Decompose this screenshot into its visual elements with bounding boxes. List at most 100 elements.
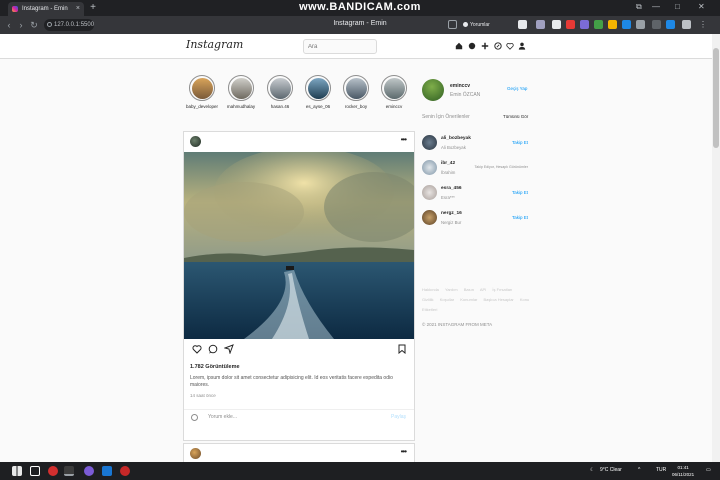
- comments-extension-button[interactable]: Yorumlar: [462, 19, 490, 31]
- app-icon[interactable]: [84, 466, 94, 476]
- avatar[interactable]: [422, 160, 437, 175]
- extension-icon[interactable]: [594, 20, 603, 29]
- avatar[interactable]: [652, 20, 661, 29]
- recorder-watermark: www.BANDICAM.com: [299, 1, 421, 13]
- like-icon[interactable]: [192, 344, 202, 354]
- profile-username[interactable]: eminccv: [450, 83, 470, 89]
- story-username: baby_developer: [185, 104, 219, 109]
- footer-link[interactable]: Koşullar: [440, 297, 454, 302]
- footer-link[interactable]: Başlıca Hesaplar: [484, 297, 514, 302]
- post-image[interactable]: [184, 152, 414, 339]
- more-options-icon[interactable]: •••: [401, 135, 407, 144]
- footer-links: Hakkında Yardım Basın API İş Fırsatları …: [422, 285, 530, 315]
- avatar[interactable]: [422, 210, 437, 225]
- extension-icon[interactable]: [622, 20, 631, 29]
- follow-button[interactable]: Takip Et: [512, 140, 528, 145]
- footer-link[interactable]: Konumlar: [460, 297, 477, 302]
- weather-text[interactable]: 9°C Clear: [600, 467, 622, 473]
- save-icon[interactable]: [397, 344, 407, 354]
- suggestion-username[interactable]: ibr_42: [441, 161, 455, 166]
- comment-input[interactable]: Yorum ekle...: [208, 414, 237, 420]
- avatar[interactable]: [422, 185, 437, 200]
- new-post-icon[interactable]: [481, 42, 489, 50]
- minimize-button[interactable]: —: [652, 2, 660, 11]
- avatar[interactable]: [422, 79, 444, 101]
- extension-icon[interactable]: [580, 20, 589, 29]
- menu-icon[interactable]: ⋮: [699, 20, 708, 29]
- instagram-logo[interactable]: Instagram: [186, 38, 243, 51]
- post-timestamp: 14 saat önce: [190, 393, 216, 398]
- footer-link[interactable]: API: [480, 287, 486, 292]
- suggestion-username[interactable]: ali_bozbeyak: [441, 136, 471, 141]
- share-icon[interactable]: [224, 344, 234, 354]
- emoji-icon[interactable]: [191, 414, 198, 421]
- windows-start-icon[interactable]: [12, 466, 22, 476]
- story-item[interactable]: rocker_boy: [339, 75, 373, 109]
- notifications-icon[interactable]: ▭: [706, 467, 711, 473]
- extension-icon[interactable]: [682, 20, 691, 29]
- switch-account-button[interactable]: Geçiş Yap: [507, 86, 527, 91]
- see-all-link[interactable]: Tümünü Gör: [503, 114, 528, 119]
- footer-link[interactable]: Hakkında: [422, 287, 439, 292]
- suggestion-username[interactable]: nergz_16: [441, 211, 462, 216]
- search-input[interactable]: [303, 39, 377, 54]
- more-options-icon[interactable]: •••: [401, 447, 407, 456]
- story-item[interactable]: es_ayse_06: [301, 75, 335, 109]
- footer-link[interactable]: Yardım: [445, 287, 458, 292]
- puzzle-icon[interactable]: [636, 20, 645, 29]
- profile-fullname: Emin ÖZCAN: [450, 92, 481, 98]
- follow-button[interactable]: Takip Et: [512, 215, 528, 220]
- bandicam-icon[interactable]: [120, 466, 130, 476]
- share-icon[interactable]: [448, 20, 457, 29]
- story-item[interactable]: baby_developer: [185, 75, 219, 109]
- close-window-button[interactable]: ✕: [698, 2, 705, 11]
- messenger-icon[interactable]: [468, 42, 476, 50]
- footer-link[interactable]: Basın: [464, 287, 474, 292]
- profile-icon[interactable]: [518, 42, 526, 50]
- story-item[interactable]: eminccv: [377, 75, 411, 109]
- explore-icon[interactable]: [494, 42, 502, 50]
- avatar[interactable]: [190, 448, 201, 459]
- footer-link[interactable]: Gizlilik: [422, 297, 434, 302]
- maximize-button[interactable]: □: [675, 2, 680, 11]
- page-scrollbar[interactable]: [712, 34, 720, 462]
- suggestion-item: ibr_42 İbrahim Takip Ediyor, Hesaplı Gör…: [422, 158, 530, 178]
- story-username: eminccv: [385, 104, 403, 109]
- avatar[interactable]: [422, 135, 437, 150]
- avatar[interactable]: [190, 136, 201, 147]
- story-username: mahmudhalay: [226, 104, 256, 109]
- vscode-icon[interactable]: [102, 466, 112, 476]
- suggestion-name: Ali Bozbeyak: [441, 145, 466, 150]
- browser-tab-bar: Instagram - Emin × + www.BANDICAM.com ⧉ …: [0, 0, 720, 16]
- suggestion-username[interactable]: esra_456: [441, 186, 462, 191]
- extension-icon[interactable]: [666, 20, 675, 29]
- opera-icon[interactable]: [48, 466, 58, 476]
- home-icon[interactable]: [455, 42, 463, 50]
- follow-button[interactable]: Takip Et: [512, 190, 528, 195]
- story-username: hasan.46: [270, 104, 290, 109]
- suggestions-title: Senin İçin Önerilenler: [422, 114, 470, 120]
- footer-link[interactable]: İş Fırsatları: [492, 287, 512, 292]
- suggestion-item: ali_bozbeyak Ali Bozbeyak Takip Et: [422, 133, 530, 153]
- story-item[interactable]: hasan.46: [263, 75, 297, 109]
- extension-icon[interactable]: [518, 20, 527, 29]
- scroll-thumb[interactable]: [713, 48, 719, 148]
- weather-icon[interactable]: ☾: [590, 467, 594, 473]
- tray-arrow-icon[interactable]: ^: [638, 467, 640, 473]
- extension-icon[interactable]: [608, 20, 617, 29]
- clock[interactable]: 01:41 06/11/2021: [672, 464, 694, 478]
- browser-taskbar-icon[interactable]: [64, 466, 74, 476]
- task-view-icon[interactable]: [30, 466, 40, 476]
- following-status[interactable]: Takip Ediyor, Hesaplı Görünümler: [474, 165, 528, 169]
- story-item[interactable]: mahmudhalay: [224, 75, 258, 109]
- extension-icon[interactable]: [566, 20, 575, 29]
- view-count: 1.782 Görüntüleme: [190, 364, 240, 370]
- restore-icon[interactable]: ⧉: [636, 2, 642, 12]
- post-comment-button[interactable]: Paylaş: [391, 414, 406, 420]
- story-username: es_ayse_06: [305, 104, 331, 109]
- language-indicator[interactable]: TUR: [656, 467, 666, 473]
- extension-icon[interactable]: [536, 20, 545, 29]
- extension-icon[interactable]: [552, 20, 561, 29]
- comment-icon[interactable]: [208, 344, 218, 354]
- heart-icon[interactable]: [506, 42, 514, 50]
